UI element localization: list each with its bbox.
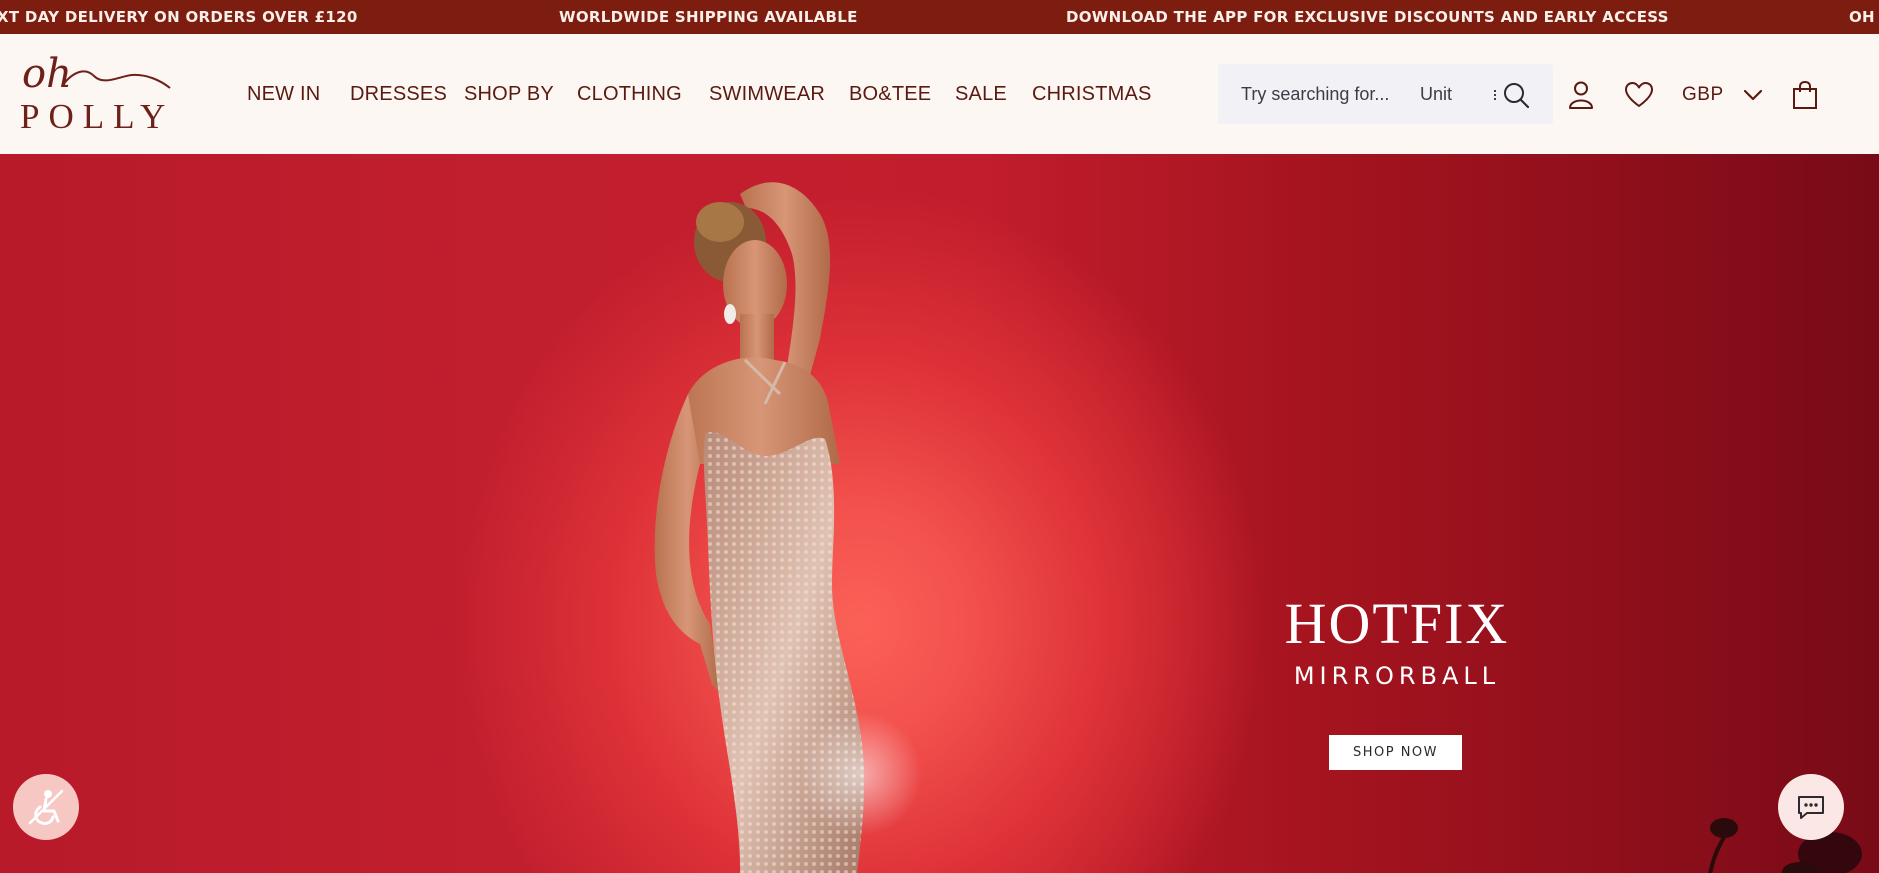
- site-header: oh POLLY NEW IN DRESSES SHOP BY CLOTHING…: [0, 34, 1879, 154]
- nav-item-christmas[interactable]: CHRISTMAS: [1032, 83, 1152, 106]
- shopping-bag-icon[interactable]: [1792, 80, 1818, 110]
- search-input[interactable]: Try searching for... Unit: [1218, 64, 1553, 124]
- hero-sparkle-highlight: [780, 709, 940, 839]
- hero-title: HOTFIX: [1284, 591, 1510, 656]
- logo-swash-icon: [61, 70, 171, 89]
- nav-item-swimwear[interactable]: SWIMWEAR: [709, 83, 825, 106]
- search-rotating-hint: Unit: [1420, 84, 1453, 104]
- wishlist-heart-icon[interactable]: [1624, 81, 1654, 109]
- search-placeholder: Try searching for...: [1241, 84, 1390, 104]
- account-icon[interactable]: [1568, 80, 1594, 110]
- announcement-message: OH: [1849, 8, 1875, 26]
- currency-label: GBP: [1682, 84, 1724, 105]
- shop-now-button[interactable]: SHOP NOW: [1329, 735, 1462, 770]
- nav-item-new-in[interactable]: NEW IN: [247, 83, 320, 106]
- accessibility-icon: [28, 789, 64, 825]
- nav-item-bo-tee[interactable]: BO&TEE: [849, 83, 931, 106]
- announcement-bar: XT DAY DELIVERY ON ORDERS OVER £120 WORL…: [0, 0, 1879, 34]
- chat-icon: [1798, 796, 1824, 819]
- chevron-down-icon: [1743, 89, 1763, 101]
- announcement-message: DOWNLOAD THE APP FOR EXCLUSIVE DISCOUNTS…: [1066, 8, 1669, 26]
- chat-button[interactable]: [1778, 774, 1844, 840]
- brand-logo[interactable]: oh POLLY: [20, 52, 172, 137]
- search-divider: [1494, 90, 1496, 100]
- search-icon[interactable]: [1502, 81, 1530, 109]
- accessibility-button[interactable]: [13, 774, 79, 840]
- hero-subtitle: MIRRORBALL: [1293, 662, 1501, 690]
- announcement-message: XT DAY DELIVERY ON ORDERS OVER £120: [0, 8, 358, 26]
- hero-banner[interactable]: HOTFIX MIRRORBALL SHOP NOW: [0, 154, 1879, 873]
- currency-selector[interactable]: GBP: [1682, 84, 1763, 106]
- nav-item-clothing[interactable]: CLOTHING: [577, 83, 682, 106]
- logo-text-polly: POLLY: [20, 97, 175, 136]
- nav-item-dresses[interactable]: DRESSES: [350, 83, 447, 106]
- announcement-message: WORLDWIDE SHIPPING AVAILABLE: [559, 8, 858, 26]
- nav-item-sale[interactable]: SALE: [955, 83, 1007, 106]
- nav-item-shop-by[interactable]: SHOP BY: [464, 83, 554, 106]
